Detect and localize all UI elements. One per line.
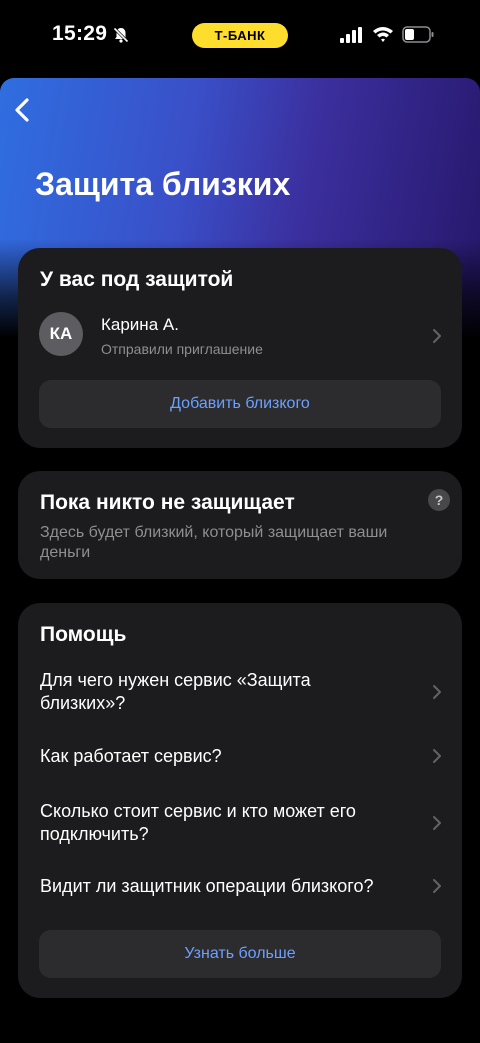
guardians-description: Здесь будет близкий, который защищает ва… xyxy=(40,524,388,561)
avatar: КА xyxy=(39,312,83,356)
guardians-card: Пока никто не защищает ? Здесь будет бли… xyxy=(18,471,462,579)
chevron-right-icon xyxy=(433,816,441,830)
screen-sheet: Защита близких У вас под защитой КА Кари… xyxy=(0,78,480,1043)
battery-icon xyxy=(402,26,434,43)
help-card: Помощь Для чего нужен сервис «Защита бли… xyxy=(18,603,462,998)
faq-item[interactable]: Как работает сервис? xyxy=(18,743,462,773)
chevron-right-icon xyxy=(433,749,441,763)
help-heading: Помощь xyxy=(40,623,127,646)
chevron-right-icon xyxy=(433,879,441,893)
status-bar: 15:29 Т-БАНК xyxy=(0,0,480,72)
protected-heading: У вас под защитой xyxy=(40,268,234,291)
faq-label: Видит ли защитник операции близкого? xyxy=(40,876,374,896)
bell-muted-icon xyxy=(113,27,129,43)
add-relative-button[interactable]: Добавить близкого xyxy=(39,380,441,428)
faq-item[interactable]: Сколько стоит сервис и кто может его под… xyxy=(18,798,462,848)
cellular-signal-icon xyxy=(340,27,362,43)
faq-label: Для чего нужен сервис «Защита близких»? xyxy=(40,670,311,713)
protected-card: У вас под защитой КА Карина А. Отправили… xyxy=(18,248,462,448)
person-status: Отправили приглашение xyxy=(101,341,263,357)
back-chevron-icon[interactable] xyxy=(12,96,32,124)
page-title: Защита близких xyxy=(35,166,291,202)
help-question-button[interactable]: ? xyxy=(428,489,450,511)
faq-label: Как работает сервис? xyxy=(40,746,222,766)
carrier-badge: Т-БАНК xyxy=(192,23,288,48)
faq-item[interactable]: Видит ли защитник операции близкого? xyxy=(18,873,462,903)
chevron-right-icon xyxy=(433,329,441,343)
guardians-heading: Пока никто не защищает xyxy=(40,491,295,514)
status-time: 15:29 xyxy=(52,22,108,45)
person-name: Карина А. xyxy=(101,315,179,334)
faq-label: Сколько стоит сервис и кто может его под… xyxy=(40,801,356,844)
chevron-right-icon xyxy=(433,685,441,699)
person-row[interactable]: КА Карина А. Отправили приглашение xyxy=(18,304,462,368)
learn-more-button[interactable]: Узнать больше xyxy=(39,930,441,978)
faq-item[interactable]: Для чего нужен сервис «Защита близких»? xyxy=(18,667,462,717)
wifi-icon xyxy=(373,27,393,42)
